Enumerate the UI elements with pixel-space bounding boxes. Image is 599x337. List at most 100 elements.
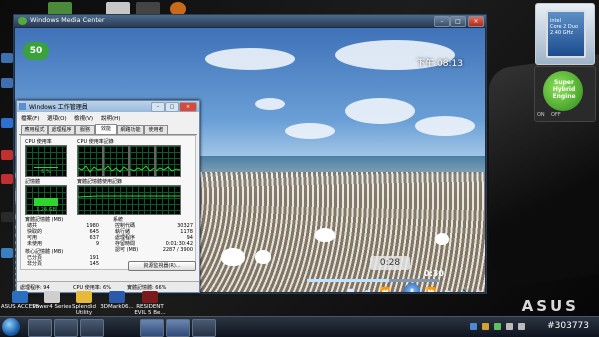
physical-row-label: 未使用 <box>27 241 43 247</box>
asus-access-icon <box>12 291 28 303</box>
performance-panel: CPU 使用率 6 % CPU 使用率記錄 記憶體 1.24 GB 實體記憶體使… <box>20 135 196 271</box>
cpu-history-line <box>156 166 180 172</box>
cloud <box>285 123 335 139</box>
cpu-history-line <box>78 165 102 173</box>
tray-icon[interactable] <box>482 323 489 330</box>
tm-minimize-button[interactable]: – <box>151 102 165 112</box>
memory-usage-bar <box>34 198 58 206</box>
media-center-app-icon <box>18 17 27 25</box>
cpu-history-core-3 <box>129 145 155 177</box>
tray-icon[interactable] <box>494 323 501 330</box>
tray-icon[interactable] <box>506 323 513 330</box>
desktop-icon-left-1[interactable] <box>1 53 13 63</box>
maximize-button[interactable]: □ <box>450 16 466 27</box>
cpu-history-label: CPU 使用率記錄 <box>77 139 114 145</box>
cpu-history-line <box>130 165 154 172</box>
cloud <box>345 98 415 124</box>
resident-evil-icon <box>142 291 158 303</box>
volume-mute-button[interactable]: 🔊 <box>459 286 471 292</box>
status-cpu: CPU 使用率: 6% <box>73 285 111 291</box>
tab-services[interactable]: 服務 <box>75 125 95 134</box>
status-processes: 處理程序: 94 <box>20 285 50 291</box>
seek-bar-fill <box>307 279 389 282</box>
memory-value: 1.24 GB <box>35 207 57 213</box>
cpu-gadget-text: intel Core 2 Duo 2.40 GHz <box>550 18 579 36</box>
memory-history-graph <box>77 185 181 215</box>
tab-processes[interactable]: 處理程序 <box>48 125 75 134</box>
tab-applications[interactable]: 應用程式 <box>21 125 48 134</box>
next-button[interactable]: ⏭ <box>442 286 454 292</box>
media-center-titlebar[interactable]: Windows Media Center – □ × <box>14 15 486 27</box>
cpu-history-core-1 <box>77 145 103 177</box>
kernel-row-value: 145 <box>89 261 99 267</box>
taskbar-explorer[interactable] <box>54 319 78 337</box>
watermark-text: #303773 <box>547 321 589 331</box>
tab-users[interactable]: 使用者 <box>144 125 168 134</box>
taskbar-app[interactable] <box>192 319 216 337</box>
cpu-history-line <box>104 165 128 173</box>
gannet <box>221 248 245 266</box>
tray-icon[interactable] <box>518 323 525 330</box>
desktop-icon-left-6[interactable] <box>1 212 13 222</box>
gannet <box>315 228 335 242</box>
3dmark-icon <box>109 291 125 303</box>
stop-button[interactable]: ■ <box>345 286 357 292</box>
tm-maximize-button[interactable]: □ <box>165 102 179 112</box>
physical-row-value: 9 <box>95 241 99 247</box>
taskbar-media-center[interactable] <box>166 319 190 337</box>
hybrid-engine-switch[interactable]: ON OFF <box>537 112 591 120</box>
taskbar-ie[interactable] <box>28 319 52 337</box>
desktop-icon-left-5[interactable] <box>1 174 13 184</box>
seek-bar[interactable] <box>307 279 439 282</box>
tab-performance[interactable]: 效能 <box>95 124 117 134</box>
desktop-icon-left-4[interactable] <box>1 150 13 160</box>
task-manager-window[interactable]: Windows 工作管理員 – □ × 檔案(F) 選項(O) 檢視(V) 說明… <box>16 100 200 293</box>
tm-close-button[interactable]: × <box>179 102 197 112</box>
resource-monitor-button[interactable]: 資源監視器(R)... <box>128 261 196 271</box>
task-manager-tabs: 應用程式 處理程序 服務 效能 網路功能 使用者 <box>19 124 197 135</box>
cpu-history-core-2 <box>103 145 129 177</box>
cpu-usage-bar <box>34 166 58 168</box>
clock: 下午 08:13 <box>416 59 463 69</box>
close-button[interactable]: × <box>468 16 484 27</box>
system-row-value: 2287 / 3900 <box>162 247 193 253</box>
cpu-gadget[interactable]: intel Core 2 Duo 2.40 GHz <box>535 3 595 65</box>
menu-file[interactable]: 檔案(F) <box>21 114 39 122</box>
media-center-title: Windows Media Center <box>30 16 105 24</box>
desktop-icon-left-7[interactable] <box>1 248 13 258</box>
shortcut-resident-evil[interactable]: RESIDENT EVIL 5 Be... <box>130 291 170 317</box>
super-hybrid-engine-gadget[interactable]: Super Hybrid Engine ON OFF <box>534 66 596 122</box>
elapsed-time: 0:30 <box>424 269 444 278</box>
fast-forward-button[interactable]: ⏩ <box>425 286 437 292</box>
cloud <box>205 48 295 70</box>
taskbar-media-player[interactable] <box>80 319 104 337</box>
seek-time-bubble: 0:28 <box>370 256 410 270</box>
volume-up-button[interactable]: + <box>473 286 485 292</box>
media-center-logo[interactable]: 50 <box>23 42 49 60</box>
menu-options[interactable]: 選項(O) <box>47 114 67 122</box>
tray-icon[interactable] <box>470 323 477 330</box>
rewind-button[interactable]: ⏪ <box>379 286 391 292</box>
tab-networking[interactable]: 網路功能 <box>117 125 144 134</box>
power4-icon <box>44 291 60 303</box>
desktop-icon-left-3[interactable] <box>1 118 13 128</box>
pause-button[interactable]: ⏸ <box>404 283 420 292</box>
cpu-usage-label: CPU 使用率 <box>25 139 52 145</box>
desktop-icon-left-2[interactable] <box>1 78 13 88</box>
status-memory: 實體記憶體: 66% <box>127 285 167 291</box>
cpu-usage-meter: 6 % <box>25 145 67 177</box>
splendid-icon <box>76 291 92 303</box>
menu-help[interactable]: 說明(H) <box>101 114 120 122</box>
minimize-button[interactable]: – <box>434 16 450 27</box>
task-manager-titlebar[interactable]: Windows 工作管理員 – □ × <box>17 101 199 112</box>
cpu-usage-value: 6 % <box>41 169 51 175</box>
memory-history-label: 實體記憶體使用記錄 <box>77 179 123 185</box>
memory-label: 記憶體 <box>25 179 41 185</box>
taskbar-task-manager[interactable] <box>140 319 164 337</box>
cloud <box>415 116 475 136</box>
previous-button[interactable]: ⏮ <box>361 286 373 292</box>
task-manager-menubar: 檔案(F) 選項(O) 檢視(V) 說明(H) <box>17 113 199 122</box>
menu-view[interactable]: 檢視(V) <box>74 114 93 122</box>
memory-meter: 1.24 GB <box>25 185 67 215</box>
start-button[interactable] <box>2 318 20 336</box>
